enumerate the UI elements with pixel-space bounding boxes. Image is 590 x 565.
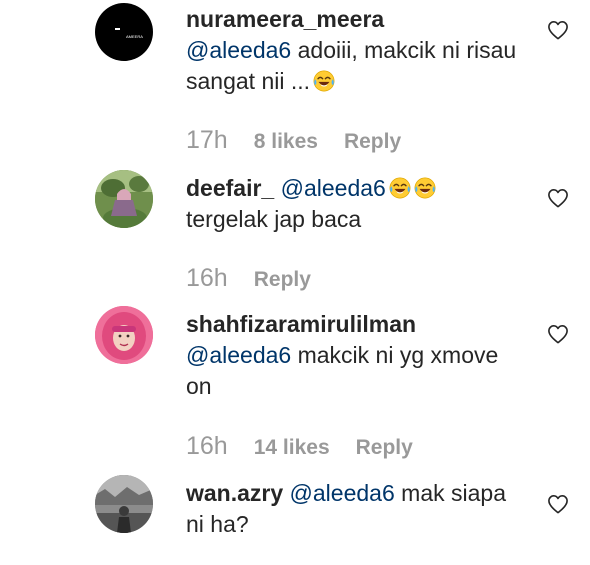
- avatar-image: AMEERA: [115, 28, 143, 39]
- reply-button[interactable]: Reply: [254, 268, 311, 291]
- comment-time[interactable]: 16h: [186, 432, 228, 460]
- reply-button[interactable]: Reply: [344, 130, 401, 153]
- tears-of-joy-emoji: [389, 177, 411, 199]
- tears-of-joy-emoji: [313, 70, 335, 92]
- comment-meta: 16h Reply: [186, 264, 311, 293]
- comment-time[interactable]: 17h: [186, 126, 228, 154]
- comment-likes[interactable]: 8 likes: [254, 130, 318, 153]
- comment-mention[interactable]: @aleeda6: [281, 175, 386, 201]
- comment-username[interactable]: wan.azry: [186, 480, 283, 506]
- comment-username[interactable]: nurameera_meera: [186, 6, 384, 32]
- heart-outline-icon[interactable]: [547, 188, 569, 208]
- comment-body: shahfizaramirulilman @aleeda6 makcik ni …: [186, 309, 526, 402]
- comment-mention[interactable]: @aleeda6: [186, 37, 291, 63]
- heart-outline-icon[interactable]: [547, 324, 569, 344]
- avatar[interactable]: [95, 475, 153, 533]
- avatar-image: [95, 170, 153, 228]
- comment-mention[interactable]: @aleeda6: [290, 480, 395, 506]
- comment-username[interactable]: shahfizaramirulilman: [186, 311, 416, 337]
- tears-of-joy-emoji: [414, 177, 436, 199]
- comment-meta: 16h 14 likes Reply: [186, 432, 413, 461]
- avatar-image: [95, 475, 153, 533]
- avatar-image: [95, 306, 153, 364]
- comment-time[interactable]: 16h: [186, 264, 228, 292]
- comment-username[interactable]: deefair_: [186, 175, 274, 201]
- comment-body: nurameera_meera @aleeda6 adoiii, makcik …: [186, 4, 526, 97]
- avatar-text: AMEERA: [126, 34, 143, 39]
- heart-outline-icon[interactable]: [547, 494, 569, 514]
- comment-body: wan.azry @aleeda6 mak siapa ni ha?: [186, 478, 526, 540]
- comment-meta: 17h 8 likes Reply: [186, 126, 401, 155]
- comment-mention[interactable]: @aleeda6: [186, 342, 291, 368]
- heart-outline-icon[interactable]: [547, 20, 569, 40]
- avatar[interactable]: AMEERA: [95, 3, 153, 61]
- avatar[interactable]: [95, 306, 153, 364]
- avatar[interactable]: [95, 170, 153, 228]
- comment-likes[interactable]: 14 likes: [254, 436, 330, 459]
- comment-text: tergelak jap baca: [186, 206, 362, 232]
- reply-button[interactable]: Reply: [356, 436, 413, 459]
- comment-body: deefair_ @aleeda6 tergelak jap baca: [186, 173, 526, 235]
